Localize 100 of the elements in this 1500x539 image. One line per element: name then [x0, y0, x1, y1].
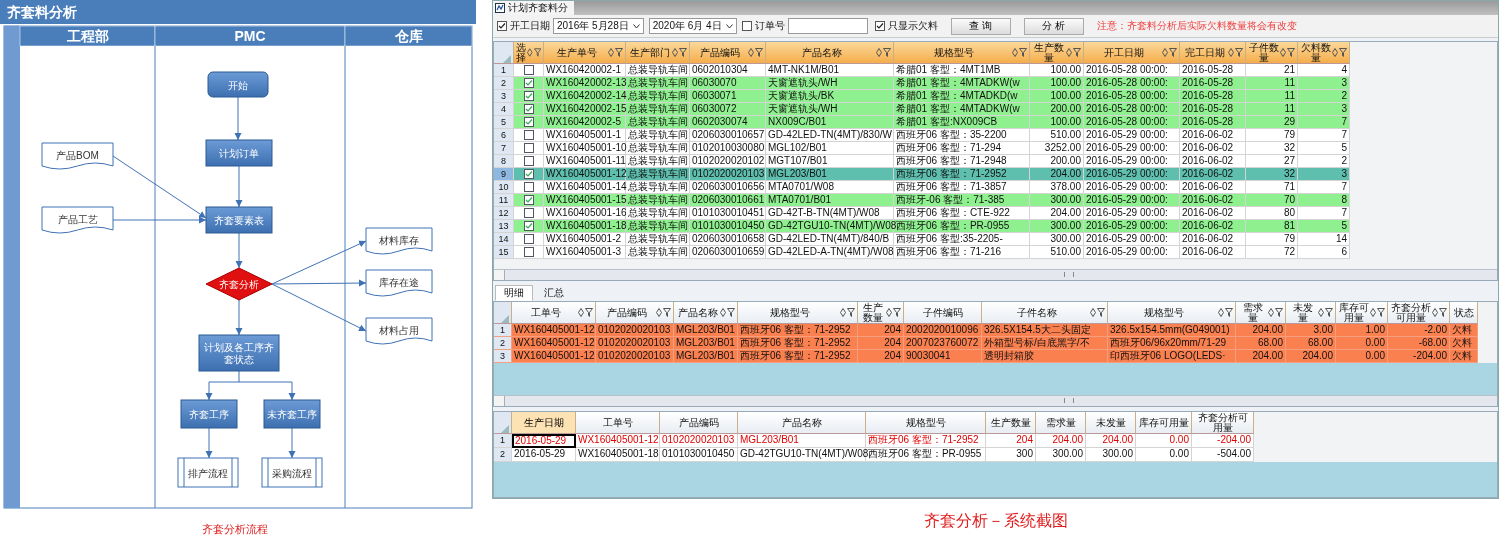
filter-icon[interactable]: [1275, 308, 1283, 317]
table-row[interactable]: 14 WX160405001-2 总装导轨车间 0206030010658 GD-42LED-TN(4MT)/840/B 西班牙06 客型:35-2205- 300.00 2016-05-29 00:00: 2016-06-02 79 14: [494, 233, 1350, 246]
checkbox[interactable]: [523, 221, 534, 231]
filter-icon[interactable]: [727, 308, 735, 317]
order-number-field[interactable]: [787, 18, 868, 34]
checkbox[interactable]: [523, 195, 534, 205]
filter-icon[interactable]: [883, 48, 891, 57]
table-row[interactable]: 5 WX160420002-5 总装导轨车间 0602030074 NX009C/B01 希腊01 客型:NX009CB 100.00 2016-05-28 00:00: 2016-05-28 29 7: [494, 116, 1350, 129]
table-row[interactable]: 8 WX160405001-11 总装导轨车间 0102020020102 MGT107/B01 西班牙06 客型：71-2948 200.00 2016-05-29 00:00: 2016-06-02 27 2: [494, 155, 1350, 168]
filter-icon[interactable]: [585, 308, 593, 317]
date-picker[interactable]: 2016年 5月28日: [553, 18, 644, 34]
sort-icon[interactable]: [876, 48, 882, 57]
checkbox[interactable]: [523, 104, 534, 114]
sort-icon[interactable]: [527, 48, 533, 57]
sort-icon[interactable]: [1066, 48, 1072, 57]
table-row[interactable]: 4 WX160420002-15总装导轨车间 06030072 天窗遮轨头/WH 希腊01 客型：4MTADKW(w 200.00 2016-05-28 00:00: 2016-05-28 11 3: [494, 103, 1350, 116]
filter-icon[interactable]: [1339, 48, 1347, 57]
sort-icon[interactable]: [1318, 308, 1324, 317]
sort-icon[interactable]: [748, 48, 754, 57]
checkbox[interactable]: [523, 143, 534, 153]
horizontal-scrollbar[interactable]: [494, 269, 1497, 280]
sort-icon[interactable]: [1218, 308, 1224, 317]
checkbox[interactable]: [523, 65, 534, 75]
checkbox[interactable]: [741, 21, 752, 31]
lane-header: 仓库: [344, 25, 473, 47]
table-row[interactable]: 1 2016-05-29 WX160405001-12 0102020020103 MGL203/B01 西班牙06 客型：71-2952 204 204.00 204.00 0.00 -204.00: [494, 434, 1254, 448]
row-number: 2: [494, 77, 514, 90]
table-cell: GD-42LED-A-TN(4MT)/W08: [766, 246, 894, 259]
caret-icon: [632, 23, 640, 29]
table-row[interactable]: 15 WX160405001-3 总装导轨车间 0206030010659 GD-42LED-A-TN(4MT)/W08 西班牙06 客型：71-216 510.00 2016-05-29 00:00: 2016-06-02 72 6: [494, 246, 1350, 259]
subprocess-box: 排产流程: [177, 457, 239, 488]
filter-icon[interactable]: [679, 48, 687, 57]
sort-icon[interactable]: [1012, 48, 1018, 57]
panel-title: 齐套料分析: [0, 0, 476, 24]
checkbox[interactable]: [523, 91, 534, 101]
filter-icon[interactable]: [1439, 308, 1447, 317]
table-row[interactable]: 7 WX160405001-10总装导轨车间 0102010030080 MGL102/B01 西班牙06 客型：71-294 3252.00 2016-05-29 00:00: 2016-06-02 32 5: [494, 142, 1350, 155]
table-row[interactable]: 2 WX160420002-13总装导轨车间 06030070 天窗遮轨头/WH 希腊01 客型：4MTADKW(w 100.00 2016-05-28 00:00: 2016-05-28 11 3: [494, 77, 1350, 90]
sort-icon[interactable]: [720, 308, 726, 317]
sort-icon[interactable]: [1432, 308, 1438, 317]
table-row[interactable]: 12 WX160405001-16总装导轨车间 0101030010451 GD-42T-B-TN(4MT)/W08 西班牙06 客型：CTE-922 204.00 2016-05-29 00:00: 2016-06-02 80 7: [494, 207, 1350, 220]
table-row[interactable]: 6 WX160405001-1 总装导轨车间 0206030010657 GD-42LED-TN(4MT)/830/W 西班牙06 客型：35-2200 510.00 2016-05-29 00:00: 2016-06-02 79 7: [494, 129, 1350, 142]
row-number: 9: [494, 168, 514, 181]
table-row[interactable]: 11 WX160405001-15总装导轨车间 0206030010661 MTA0701/B01 西班牙-06 客型：71-385 300.00 2016-05-29 00:00: 2016-06-02 70 8: [494, 194, 1350, 207]
sort-icon[interactable]: [1268, 308, 1274, 317]
checkbox[interactable]: [523, 78, 534, 88]
checkbox[interactable]: [523, 130, 534, 140]
sort-icon[interactable]: [1370, 308, 1376, 317]
checkbox[interactable]: [874, 21, 885, 31]
filter-icon[interactable]: [847, 308, 855, 317]
checkbox[interactable]: [497, 21, 507, 31]
filter-icon[interactable]: [533, 48, 541, 57]
filter-icon[interactable]: [1019, 48, 1027, 57]
filter-icon[interactable]: [893, 308, 901, 317]
tab[interactable]: 汇总: [535, 285, 573, 301]
query-button[interactable]: 查 询: [950, 17, 1011, 35]
filter-icon[interactable]: [615, 48, 623, 57]
sort-icon[interactable]: [886, 308, 892, 317]
sort-icon[interactable]: [656, 308, 662, 317]
checkbox[interactable]: [523, 234, 534, 244]
filter-icon[interactable]: [1325, 308, 1333, 317]
checkbox[interactable]: [523, 247, 534, 257]
sort-icon[interactable]: [1090, 308, 1096, 317]
date-picker[interactable]: 2020年 6月 4日: [648, 18, 737, 34]
table-row[interactable]: 10 WX160405001-14总装导轨车间 0206030010656 MTA0701/W08 西班牙06 客型：71-3857 378.00 2016-05-29 00:00: 2016-06-02 71 7: [494, 181, 1350, 194]
table-row[interactable]: 2 WX160405001-12 0102020020103 MGL203/B01 西班牙06 客型：71-2952 204 2007023760072 外箱型号标/白底黑字/不 西班牙06/96x20mm/71-29 68.00 68.00 0.00 -68.00 欠料: [494, 337, 1478, 350]
filter-icon[interactable]: [1169, 48, 1177, 57]
filter-icon[interactable]: [1377, 308, 1385, 317]
sort-icon[interactable]: [608, 48, 614, 57]
filter-icon[interactable]: [1225, 308, 1233, 317]
checkbox-label: 开工日期: [510, 19, 550, 33]
filter-icon[interactable]: [1097, 308, 1105, 317]
horizontal-scrollbar[interactable]: [494, 395, 1497, 406]
checkbox[interactable]: [523, 117, 534, 127]
checkbox[interactable]: [523, 208, 534, 218]
row-number: 1: [494, 324, 512, 337]
checkbox[interactable]: [523, 156, 534, 166]
checkbox[interactable]: [523, 169, 534, 179]
filter-icon[interactable]: [755, 48, 763, 57]
filter-icon[interactable]: [1073, 48, 1081, 57]
table-row[interactable]: 2 2016-05-29 WX160405001-18 0101030010450 GD-42TGU10-TN(4MT)/W08西班牙06 客型：PR-0955 300 300.00 300.00 0.00 -504.00: [494, 448, 1254, 462]
checkbox[interactable]: [523, 182, 534, 192]
sort-icon[interactable]: [1332, 48, 1338, 57]
filter-icon[interactable]: [663, 308, 671, 317]
tab[interactable]: 明细: [495, 285, 533, 301]
sort-icon[interactable]: [672, 48, 678, 57]
table-row[interactable]: 1 WX160420002-1 总装导轨车间 0602010304 4MT-NK1M/B01 希腊01 客型：4MT1MB 100.00 2016-05-28 00:00: 2016-05-28 21 4: [494, 64, 1350, 77]
analyze-button[interactable]: 分 析: [1023, 17, 1084, 35]
table-row[interactable]: 3 WX160405001-12 0102020020103 MGL203/B01 西班牙06 客型：71-2952 204 90030041 透明封箱胶 印西班牙06 LOGO(LEDS· 204.00 204.00 0.00 -204.00 欠料: [494, 350, 1478, 363]
filter-icon[interactable]: [1287, 48, 1295, 57]
document-shape: 库存在途: [365, 269, 433, 297]
sort-icon[interactable]: [1162, 48, 1168, 57]
sort-icon[interactable]: [578, 308, 584, 317]
filter-icon[interactable]: [1235, 48, 1243, 57]
sort-icon[interactable]: [1228, 48, 1234, 57]
table-row[interactable]: 1 WX160405001-12 0102020020103 MGL203/B01 西班牙06 客型：71-2952 204 2002020010096 326.5X154.5大二头固定 326.5x154.5mm(G049001) 204.00 3.00 1.00 -2.00 欠料: [494, 324, 1478, 337]
sort-icon[interactable]: [1280, 48, 1286, 57]
table-row[interactable]: 3 WX160420002-14总装导轨车间 06030071 天窗遮轨头/BK 希腊01 客型：4MTADKD(w 100.00 2016-05-28 00:00: 2016-05-28 11 2: [494, 90, 1350, 103]
table-row[interactable]: 13 WX160405001-18总装导轨车间 0101030010450 GD-42TGU10-TN(4MT)/W08西班牙06 客型：PR-0955 300.00 2016-05-29 00:00: 2016-06-02 81 5: [494, 220, 1350, 233]
sort-icon[interactable]: [840, 308, 846, 317]
